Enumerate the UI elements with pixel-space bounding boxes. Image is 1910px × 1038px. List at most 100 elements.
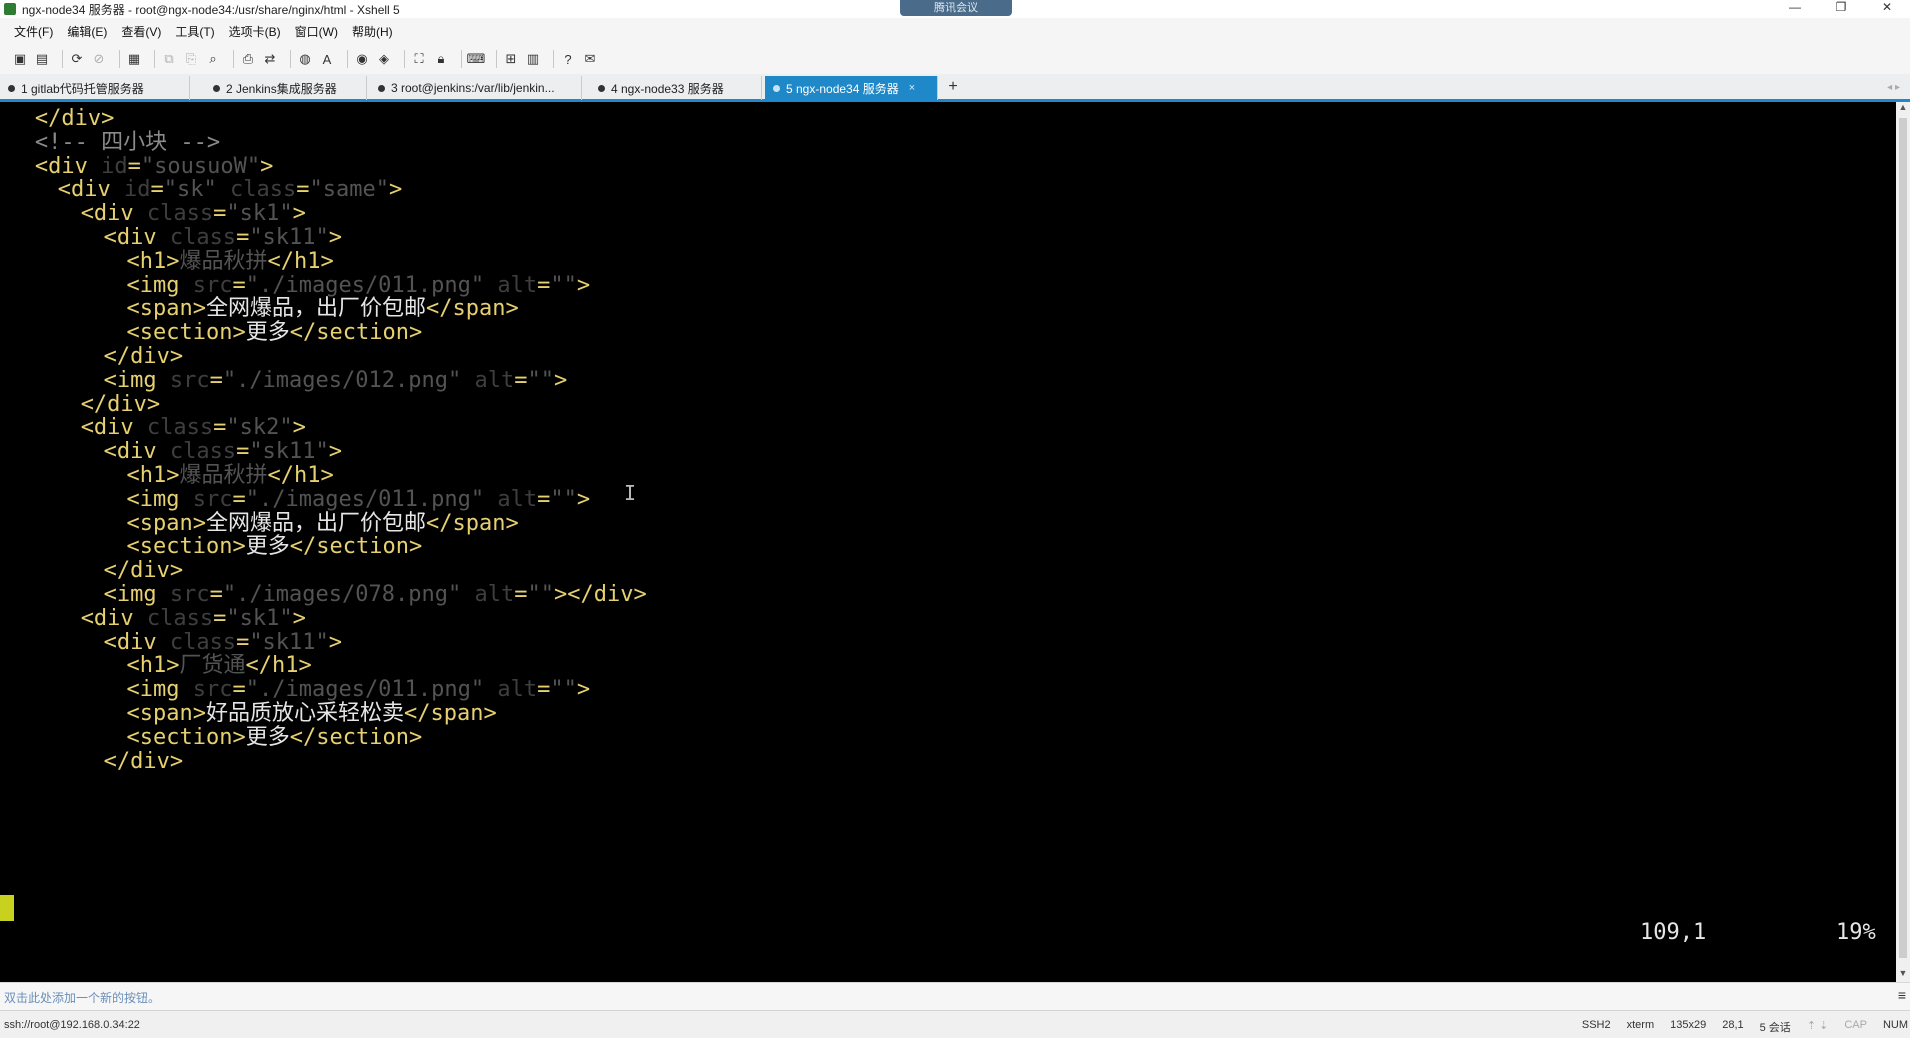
cursor-position: 28,1 xyxy=(1722,1019,1744,1031)
code-token: </div> xyxy=(103,748,184,774)
code-token: alt xyxy=(474,582,515,607)
minimize-button[interactable]: — xyxy=(1772,0,1818,18)
scroll-down-icon[interactable]: ▼ xyxy=(1896,968,1910,982)
tab-status-icon xyxy=(773,84,780,92)
code-token: > xyxy=(576,486,591,512)
menu-window[interactable]: 窗口(W) xyxy=(295,23,338,40)
code-token: = xyxy=(537,486,551,512)
disconnect-icon[interactable]: ⊘ xyxy=(91,51,107,67)
tab-session-3[interactable]: 3 root@jenkins:/var/lib/jenkin... xyxy=(370,76,582,100)
terminal-scrollbar[interactable]: ▲ ▼ xyxy=(1896,102,1910,982)
toolbar-separator xyxy=(290,50,291,68)
code-token: ></div> xyxy=(554,582,647,607)
add-tab-button[interactable]: + xyxy=(943,76,963,100)
connection-address: ssh://root@192.168.0.34:22 xyxy=(4,1019,140,1031)
code-token: alt xyxy=(497,677,538,703)
menu-tabs[interactable]: 选项卡(B) xyxy=(229,23,281,40)
script-icon[interactable]: ◈ xyxy=(376,51,392,67)
layout-icon[interactable]: ▥ xyxy=(525,51,541,67)
xftp-icon[interactable]: ◉ xyxy=(354,51,370,67)
terminal-line: </div> xyxy=(104,747,183,776)
terminal-cursor xyxy=(0,895,14,921)
scroll-up-icon[interactable]: ▲ xyxy=(1896,102,1910,116)
close-button[interactable]: ✕ xyxy=(1864,0,1910,18)
menu-file[interactable]: 文件(F) xyxy=(14,23,53,40)
terminal-output[interactable]: I 109,1 19% </div> <!-- 四小块 --> <div id="s… xyxy=(0,102,1896,982)
code-token: "./images/012.png" xyxy=(222,367,462,393)
tab-session-1[interactable]: 1 gitlab代码托管服务器 xyxy=(0,76,190,100)
text-cursor-ibeam-icon: I xyxy=(624,481,637,505)
tab-scroll-arrows-icon[interactable]: ◂ ▸ xyxy=(1887,82,1900,93)
new-session-icon[interactable]: ▣ xyxy=(12,51,28,67)
font-icon[interactable]: A xyxy=(319,51,335,67)
tab-status-icon xyxy=(378,84,385,92)
fullscreen-icon[interactable]: ⛶ xyxy=(411,51,427,67)
toolbar: ▣ ▤ ⟳ ⊘ ▦ ⧉ ⎘ ⌕ ⎙ ⇄ ◍ A ◉ ◈ ⛶ 🔒︎ ⌨ ⊞ ▥ ?… xyxy=(0,44,1910,74)
reconnect-icon[interactable]: ⟳ xyxy=(69,51,85,67)
toolbar-separator xyxy=(233,50,234,68)
print-icon[interactable]: ⎙ xyxy=(240,51,256,67)
toolbar-separator xyxy=(119,50,120,68)
open-folder-icon[interactable]: ▤ xyxy=(34,51,50,67)
status-bar: ssh://root@192.168.0.34:22 SSH2 xterm 13… xyxy=(0,1010,1910,1038)
properties-icon[interactable]: ▦ xyxy=(126,51,142,67)
vim-cursor-position: 109,1 xyxy=(1640,920,1707,945)
code-token: src xyxy=(169,367,210,393)
tab-session-4[interactable]: 4 ngx-node33 服务器 xyxy=(590,76,762,100)
terminal-size: 135x29 xyxy=(1670,1019,1707,1031)
menu-help[interactable]: 帮助(H) xyxy=(352,23,393,40)
lock-icon[interactable]: 🔒︎ xyxy=(433,51,449,67)
quick-command-hint[interactable]: 双击此处添加一个新的按钮。 xyxy=(4,989,160,1006)
tab-session-2[interactable]: 2 Jenkins集成服务器 xyxy=(205,76,367,100)
globe-icon[interactable]: ◍ xyxy=(297,51,313,67)
toolbar-separator xyxy=(461,50,462,68)
protocol-status: SSH2 xyxy=(1581,1019,1611,1031)
meeting-badge[interactable]: 腾讯会议 xyxy=(900,0,1012,16)
title-bar: ngx-node34 服务器 - root@ngx-node34:/usr/sh… xyxy=(0,0,1910,18)
tab-session-5[interactable]: 5 ngx-node34 服务器 × xyxy=(765,76,938,100)
toolbar-separator xyxy=(154,50,155,68)
new-tab-icon[interactable]: ⊞ xyxy=(503,51,519,67)
session-tab-bar: 1 gitlab代码托管服务器 2 Jenkins集成服务器 3 root@je… xyxy=(0,74,1910,102)
tab-status-icon xyxy=(598,84,605,92)
find-icon[interactable]: ⌕ xyxy=(205,51,221,67)
quick-command-bar[interactable]: 双击此处添加一个新的按钮。 ≡ xyxy=(0,982,1910,1010)
restore-button[interactable]: ❐ xyxy=(1818,0,1864,18)
tab-label: 3 root@jenkins:/var/lib/jenkin... xyxy=(391,81,555,95)
code-token: </span> xyxy=(426,510,519,536)
toolbar-separator xyxy=(496,50,497,68)
help-icon[interactable]: ? xyxy=(560,51,576,67)
toolbar-separator xyxy=(347,50,348,68)
menu-bar: 文件(F) 编辑(E) 查看(V) 工具(T) 选项卡(B) 窗口(W) 帮助(… xyxy=(0,18,1910,44)
menu-view[interactable]: 查看(V) xyxy=(121,23,161,40)
keyboard-icon[interactable]: ⌨ xyxy=(467,51,486,67)
tab-label: 2 Jenkins集成服务器 xyxy=(226,81,337,96)
paste-icon[interactable]: ⎘ xyxy=(183,51,199,67)
menu-edit[interactable]: 编辑(E) xyxy=(67,23,107,40)
code-token: alt xyxy=(474,367,515,393)
transfer-arrows-icon: ⇡ ⇣ xyxy=(1806,1020,1829,1032)
tab-close-icon[interactable]: × xyxy=(909,82,915,94)
quick-menu-icon[interactable]: ≡ xyxy=(1898,987,1906,1003)
tab-label: 4 ngx-node33 服务器 xyxy=(611,81,724,96)
menu-tools[interactable]: 工具(T) xyxy=(175,23,214,40)
terminal-type: xterm xyxy=(1626,1019,1655,1031)
chat-icon[interactable]: ✉ xyxy=(582,51,598,67)
code-token: 更多 xyxy=(245,320,290,346)
transfer-icon[interactable]: ⇄ xyxy=(262,51,278,67)
terminal-line: <img src="./images/012.png" alt=""> xyxy=(104,366,568,395)
window-controls: — ❐ ✕ xyxy=(1772,0,1910,18)
tab-label: 1 gitlab代码托管服务器 xyxy=(21,81,144,96)
code-token: > xyxy=(328,629,343,655)
code-token: </section> xyxy=(289,320,423,346)
code-token: "same" xyxy=(309,177,389,203)
xshell-app-icon xyxy=(4,3,16,15)
scrollbar-thumb[interactable] xyxy=(1899,118,1907,958)
copy-icon[interactable]: ⧉ xyxy=(161,51,177,67)
code-token: = xyxy=(537,272,551,298)
status-indicators: SSH2 xterm 135x29 28,1 5 会话 ⇡ ⇣ CAP NUM xyxy=(1566,1019,1908,1035)
session-count: 5 会话 xyxy=(1759,1022,1791,1034)
code-token: 更多 xyxy=(245,534,290,560)
